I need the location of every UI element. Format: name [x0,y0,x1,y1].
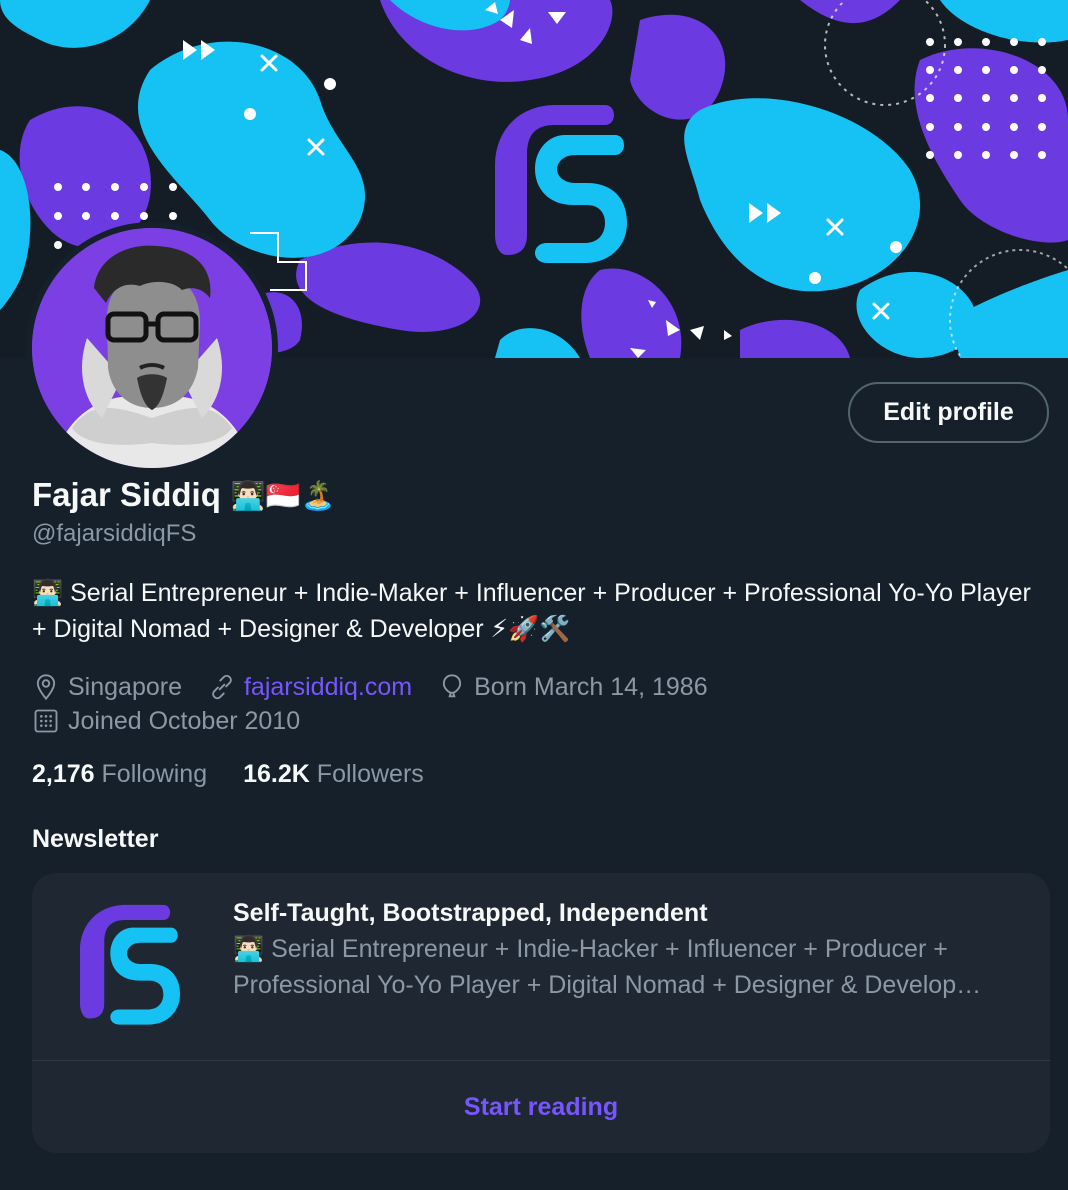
follow-stats: 2,176 Following 16.2K Followers [32,760,460,789]
calendar-icon [34,709,58,733]
profile-meta: Singapore fajarsiddiq.com Born March 14,… [32,670,1032,738]
following-stat[interactable]: 2,176 Following [32,760,207,789]
joined-text: Joined October 2010 [68,706,301,735]
following-count: 2,176 [32,760,95,788]
newsletter-section-title: Newsletter [32,825,159,853]
balloon-icon [443,674,462,698]
following-label: Following [101,760,208,788]
location-text: Singapore [68,672,182,701]
map-pin-icon [36,674,56,701]
birthday-text: Born March 14, 1986 [474,672,708,701]
profile-name: Fajar Siddiq [32,476,221,513]
name-emojis: 👨🏻‍💻🇸🇬🏝️ [230,478,336,512]
followers-count: 16.2K [243,760,310,788]
start-reading-button[interactable]: Start reading [32,1061,1050,1153]
fs-logo-icon [80,903,180,1033]
newsletter-card[interactable]: Self-Taught, Bootstrapped, Independent 👨… [32,873,1050,1153]
followers-stat[interactable]: 16.2K Followers [243,760,424,789]
profile-handle: @fajarsiddiqFS [32,520,197,547]
profile-name-row: Fajar Siddiq 👨🏻‍💻🇸🇬🏝️ [32,476,335,514]
joined-item: Joined October 2010 [32,707,300,736]
website-item[interactable]: fajarsiddiq.com [208,673,412,702]
newsletter-description: 👨🏻‍💻 Serial Entrepreneur + Indie-Hacker … [233,935,982,999]
website-link[interactable]: fajarsiddiq.com [244,673,412,702]
profile-bio: 👨🏻‍💻 Serial Entrepreneur + Indie-Maker +… [32,579,1031,643]
edit-profile-button[interactable]: Edit profile [848,382,1049,443]
profile-avatar[interactable] [26,222,278,474]
link-icon [212,674,232,700]
newsletter-card-body[interactable]: Self-Taught, Bootstrapped, Independent 👨… [32,873,1050,1061]
newsletter-title: Self-Taught, Bootstrapped, Independent [233,899,708,927]
followers-label: Followers [316,760,424,788]
birthday-item: Born March 14, 1986 [438,672,708,702]
location-item: Singapore [32,673,182,702]
